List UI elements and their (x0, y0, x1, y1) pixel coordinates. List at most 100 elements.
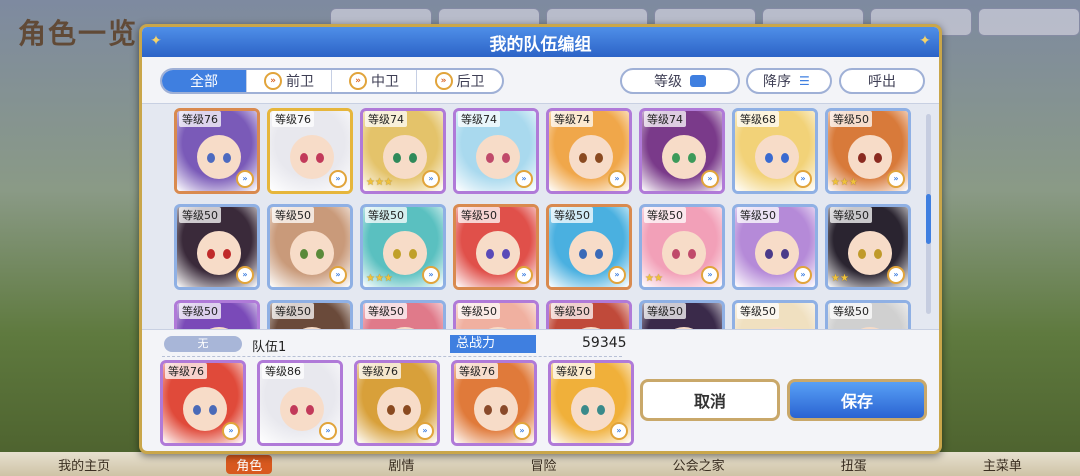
character-card[interactable]: 等级50 ★★★ » (360, 204, 446, 290)
level-label: 等级76 (179, 111, 221, 127)
level-label: 等级50 (551, 303, 593, 319)
eye-icon (207, 249, 215, 259)
character-grid: 等级76» 等级76» 等级74 ★★★» 等级74» 等级74» 等级74» 等级68» 等级… (174, 108, 911, 329)
tab-all[interactable]: 全部 (162, 70, 247, 92)
total-power-label: 总战力 (450, 335, 536, 353)
character-card[interactable]: 等级74 » (546, 108, 632, 194)
position-icon: » (416, 422, 434, 440)
nav-item[interactable]: 剧情 (388, 455, 414, 474)
eye-icon (765, 153, 773, 163)
cancel-button[interactable]: 取消 (640, 379, 780, 421)
team-member-card[interactable]: 等级76 » (451, 360, 537, 446)
character-face (183, 387, 227, 431)
team-member-card[interactable]: 等级76 » (548, 360, 634, 446)
team-member-card[interactable]: 等级76 » (160, 360, 246, 446)
character-face (755, 135, 799, 179)
position-icon: » (610, 422, 628, 440)
scroll-thumb[interactable] (926, 194, 931, 244)
eye-icon (858, 249, 866, 259)
nav-item[interactable]: 主菜单 (983, 455, 1022, 474)
character-card[interactable]: 等级50» (360, 300, 446, 329)
eye-icon (688, 249, 696, 259)
character-card[interactable]: 等级76 » (267, 108, 353, 194)
tab-vanguard[interactable]: » 前卫 (247, 70, 332, 92)
character-card[interactable]: 等级76 » (174, 108, 260, 194)
character-card[interactable]: 等级50» (639, 300, 725, 329)
nav-item[interactable]: 冒险 (530, 455, 556, 474)
tab-label: 中卫 (371, 74, 399, 90)
level-label: 等级76 (165, 363, 207, 379)
position-icon: » (513, 422, 531, 440)
sort-order-button[interactable]: 降序 ☰ (746, 68, 832, 94)
position-icon: » (329, 170, 347, 188)
character-card[interactable]: 等级50» (546, 300, 632, 329)
eye-icon (672, 153, 680, 163)
nav-item[interactable]: 扭蛋 (841, 455, 867, 474)
team-member-card[interactable]: 等级76 » (354, 360, 440, 446)
eye-icon (193, 405, 201, 415)
eye-icon (502, 249, 510, 259)
eye-icon (403, 405, 411, 415)
toggle-icon (690, 75, 706, 87)
team-info-row: 无 队伍1 总战力 59345 (142, 335, 939, 357)
eye-icon (672, 249, 680, 259)
position-icon: » (794, 266, 812, 284)
character-face (383, 135, 427, 179)
level-label: 等级50 (179, 303, 221, 319)
position-icon: » (236, 170, 254, 188)
star-icon: ✦ (919, 33, 931, 49)
character-card[interactable]: 等级50 ★★ » (639, 204, 725, 290)
character-card[interactable]: 等级50 ★★ » (825, 204, 911, 290)
chevron-right-icon: » (264, 72, 282, 90)
total-power-value: 59345 (582, 335, 627, 351)
character-card[interactable]: 等级50» (174, 300, 260, 329)
level-label: 等级86 (262, 363, 304, 379)
character-card[interactable]: 等级50» (732, 300, 818, 329)
character-card[interactable]: 等级50» (825, 300, 911, 329)
eye-icon (781, 153, 789, 163)
grid-scrollbar[interactable] (926, 114, 931, 314)
star-rating: ★★ (831, 273, 849, 284)
character-card[interactable]: 等级50» (453, 204, 539, 290)
tab-rearguard[interactable]: » 后卫 (417, 70, 502, 92)
character-card[interactable]: 等级74 » (453, 108, 539, 194)
character-card[interactable]: 等级50» (174, 204, 260, 290)
character-face (571, 387, 615, 431)
save-button[interactable]: 保存 (787, 379, 927, 421)
nav-item[interactable]: 我的主页 (58, 455, 110, 474)
tab-midguard[interactable]: » 中卫 (332, 70, 417, 92)
character-card[interactable]: 等级50» (546, 204, 632, 290)
character-face (569, 135, 613, 179)
level-label: 等级74 (458, 111, 500, 127)
character-card[interactable]: 等级50 ★★★ » (825, 108, 911, 194)
character-face (569, 231, 613, 275)
character-card[interactable]: 等级50» (267, 204, 353, 290)
position-icon: » (319, 422, 337, 440)
team-member-card[interactable]: 等级86 » (257, 360, 343, 446)
level-label: 等级50 (737, 303, 779, 319)
eye-icon (595, 153, 603, 163)
character-card[interactable]: 等级50» (453, 300, 539, 329)
character-card[interactable]: 等级50» (267, 300, 353, 329)
chevron-right-icon: » (349, 72, 367, 90)
level-filter-button[interactable]: 等级 (620, 68, 740, 94)
level-label: 等级50 (458, 303, 500, 319)
eye-icon (858, 153, 866, 163)
bottom-nav: 我的主页 角色 剧情 冒险 公会之家 扭蛋 主菜单 (0, 452, 1080, 476)
level-label: 等级74 (365, 111, 407, 127)
sort-label: 降序 (763, 74, 791, 90)
character-face (662, 231, 706, 275)
character-card[interactable]: 等级68 » (732, 108, 818, 194)
tab-label: 前卫 (286, 74, 314, 90)
team-formation-dialog: ✦ 我的队伍编组 ✦ 全部 » 前卫 » 中卫 » 后卫 等级 降序 ☰ 呼出 等级7… (139, 24, 942, 454)
character-card[interactable]: 等级74 ★★★ » (360, 108, 446, 194)
level-label: 等级50 (644, 207, 686, 223)
character-card[interactable]: 等级74 » (639, 108, 725, 194)
position-icon: » (422, 266, 440, 284)
call-button[interactable]: 呼出 (839, 68, 925, 94)
nav-item[interactable]: 公会之家 (673, 455, 725, 474)
nav-item[interactable]: 角色 (226, 454, 273, 474)
position-icon: » (236, 266, 254, 284)
position-icon: » (515, 266, 533, 284)
character-card[interactable]: 等级50» (732, 204, 818, 290)
